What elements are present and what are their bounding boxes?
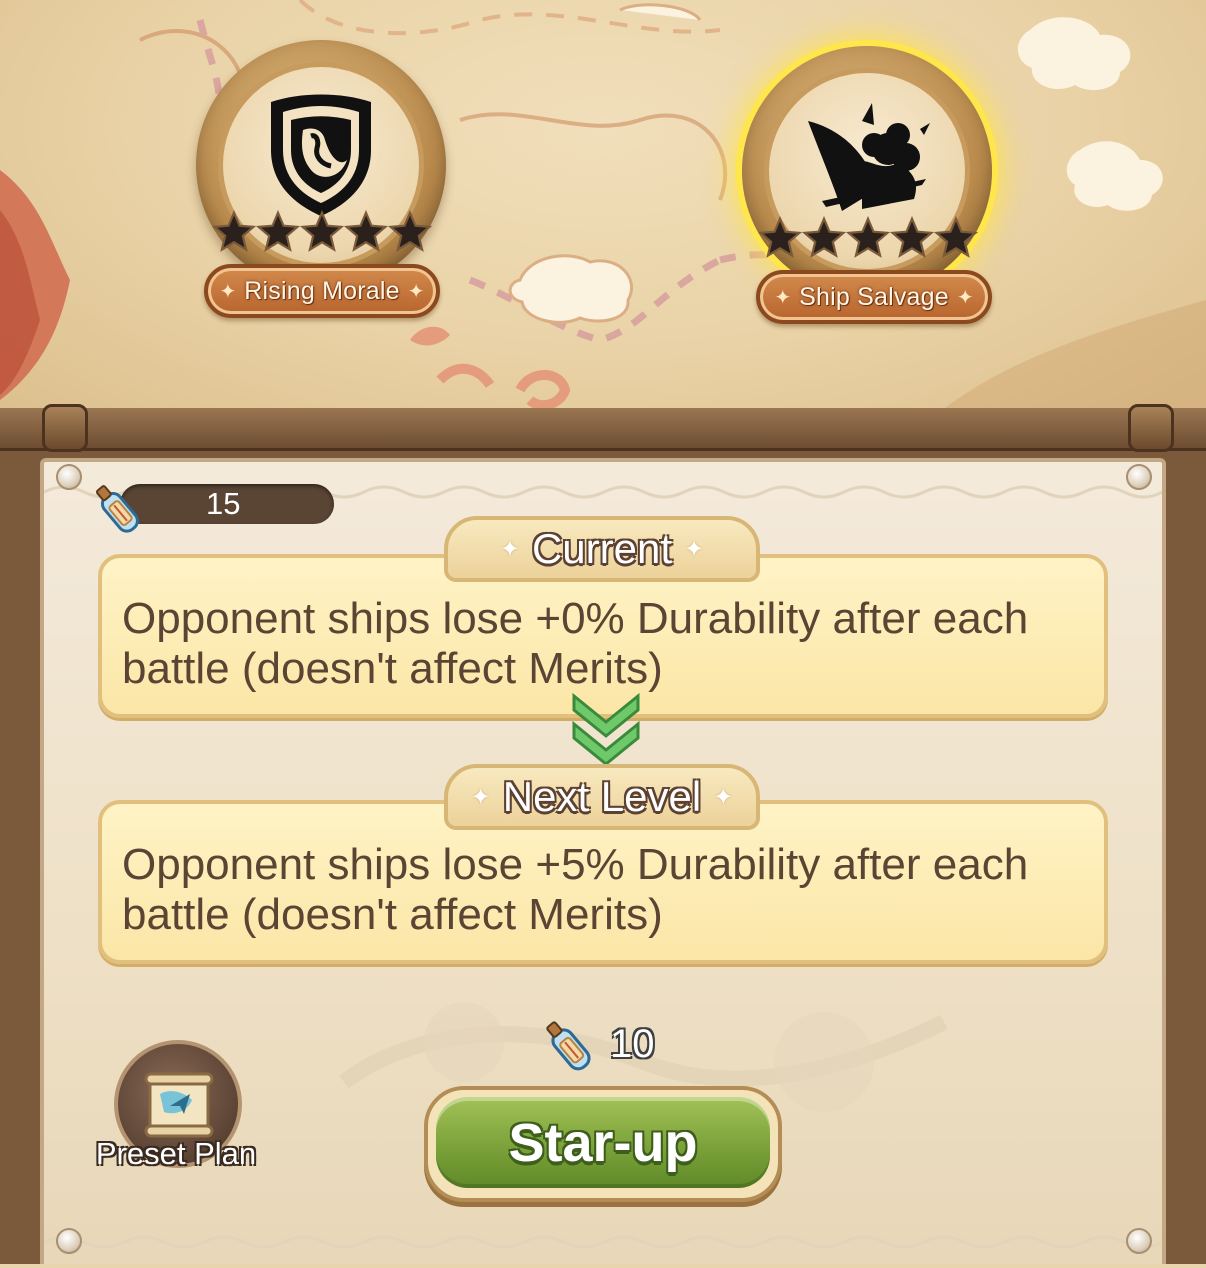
star-icon bbox=[388, 210, 432, 254]
star-icon bbox=[890, 216, 934, 260]
star-icon bbox=[934, 216, 978, 260]
star-icon bbox=[758, 216, 802, 260]
skill-name: Ship Salvage bbox=[799, 282, 949, 311]
upgrade-cost: 10 bbox=[536, 1014, 676, 1076]
skill-node-rising-morale[interactable] bbox=[196, 40, 446, 290]
rivet bbox=[1126, 464, 1152, 490]
skill-node-ship-salvage[interactable] bbox=[742, 46, 992, 296]
rivet bbox=[56, 464, 82, 490]
sparkle-icon: ✦ bbox=[956, 285, 974, 309]
current-tab: ✦ Current ✦ bbox=[444, 516, 760, 582]
cost-amount: 10 bbox=[610, 1022, 655, 1066]
rivet bbox=[1126, 1228, 1152, 1254]
currency-counter: 15 bbox=[86, 478, 334, 533]
sparkle-icon: ✦ bbox=[713, 783, 734, 811]
star-icon bbox=[300, 210, 344, 254]
scroll-rod-end bbox=[1128, 404, 1174, 452]
scroll-rod-end bbox=[42, 404, 88, 452]
scroll-rod bbox=[0, 408, 1206, 451]
next-level-tab: ✦ Next Level ✦ bbox=[444, 764, 760, 830]
star-rating bbox=[758, 216, 978, 260]
rivet bbox=[56, 1228, 82, 1254]
next-level-effect-text: Opponent ships lose +5% Durability after… bbox=[122, 840, 1029, 939]
map-decoration bbox=[0, 0, 1206, 420]
current-effect-text: Opponent ships lose +0% Durability after… bbox=[122, 594, 1029, 693]
star-rating bbox=[212, 210, 432, 254]
star-icon bbox=[344, 210, 388, 254]
message-bottle-icon bbox=[536, 1014, 602, 1084]
ship-salvage-icon bbox=[802, 101, 932, 225]
skill-label-rising-morale[interactable]: ✦ Rising Morale ✦ bbox=[204, 264, 440, 318]
star-icon bbox=[256, 210, 300, 254]
shield-icon bbox=[261, 90, 381, 224]
star-up-button[interactable]: Star-up bbox=[424, 1086, 782, 1202]
sparkle-icon: ✦ bbox=[499, 535, 520, 563]
sparkle-icon: ✦ bbox=[407, 279, 425, 303]
preset-plan-label: Preset Plan bbox=[95, 1136, 257, 1171]
sparkle-icon: ✦ bbox=[219, 279, 237, 303]
message-bottle-icon bbox=[86, 478, 150, 546]
star-icon bbox=[802, 216, 846, 260]
star-icon bbox=[846, 216, 890, 260]
skill-map: ✦ Rising Morale ✦ ✦ Ship Salvage ✦ bbox=[0, 0, 1206, 420]
current-title: Current bbox=[531, 525, 673, 572]
skill-label-ship-salvage[interactable]: ✦ Ship Salvage ✦ bbox=[756, 270, 992, 324]
skill-name: Rising Morale bbox=[244, 276, 400, 305]
star-icon bbox=[212, 210, 256, 254]
currency-amount: 15 bbox=[206, 486, 241, 521]
sparkle-icon: ✦ bbox=[684, 535, 705, 563]
sparkle-icon: ✦ bbox=[470, 783, 491, 811]
star-up-label: Star-up bbox=[508, 1112, 698, 1173]
sparkle-icon: ✦ bbox=[774, 285, 792, 309]
star-up-button-face: Star-up bbox=[436, 1097, 770, 1188]
next-level-title: Next Level bbox=[502, 773, 702, 820]
preset-plan-button[interactable]: Preset Plan bbox=[76, 1040, 276, 1180]
